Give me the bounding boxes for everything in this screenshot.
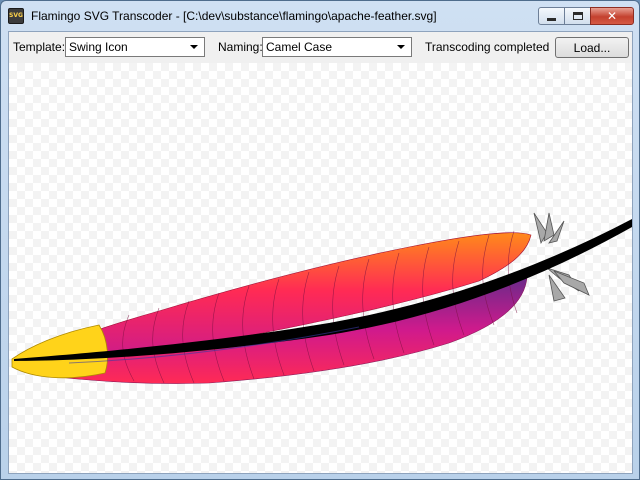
toolbar: Template: Swing Icon Naming: Camel Case …: [9, 32, 632, 62]
window-title: Flamingo SVG Transcoder - [C:\dev\substa…: [31, 9, 437, 23]
naming-select-value: Camel Case: [266, 40, 333, 54]
window-controls: ✕: [538, 7, 634, 25]
preview-canvas: [9, 63, 632, 473]
app-logo-icon: SVG: [8, 8, 24, 24]
chevron-down-icon: [190, 45, 198, 49]
feather-tip: [11, 324, 108, 379]
app-logo-text: SVG: [9, 12, 23, 19]
minimize-icon: [547, 17, 556, 21]
app-window: SVG Flamingo SVG Transcoder - [C:\dev\su…: [0, 0, 640, 480]
maximize-icon: [572, 12, 583, 20]
close-button[interactable]: ✕: [590, 7, 634, 25]
naming-select[interactable]: Camel Case: [262, 37, 412, 57]
maximize-button[interactable]: [564, 7, 591, 25]
template-select[interactable]: Swing Icon: [65, 37, 205, 57]
load-button[interactable]: Load...: [555, 37, 629, 58]
close-icon: ✕: [606, 9, 618, 23]
client-area: Template: Swing Icon Naming: Camel Case …: [8, 31, 633, 474]
template-select-value: Swing Icon: [69, 40, 128, 54]
title-bar[interactable]: SVG Flamingo SVG Transcoder - [C:\dev\su…: [1, 1, 639, 31]
minimize-button[interactable]: [538, 7, 565, 25]
apache-feather-image: [11, 212, 632, 384]
template-label: Template:: [13, 40, 66, 54]
status-text: Transcoding completed: [425, 40, 550, 54]
chevron-down-icon: [397, 45, 405, 49]
naming-label: Naming:: [218, 40, 263, 54]
load-button-label: Load...: [573, 40, 611, 55]
